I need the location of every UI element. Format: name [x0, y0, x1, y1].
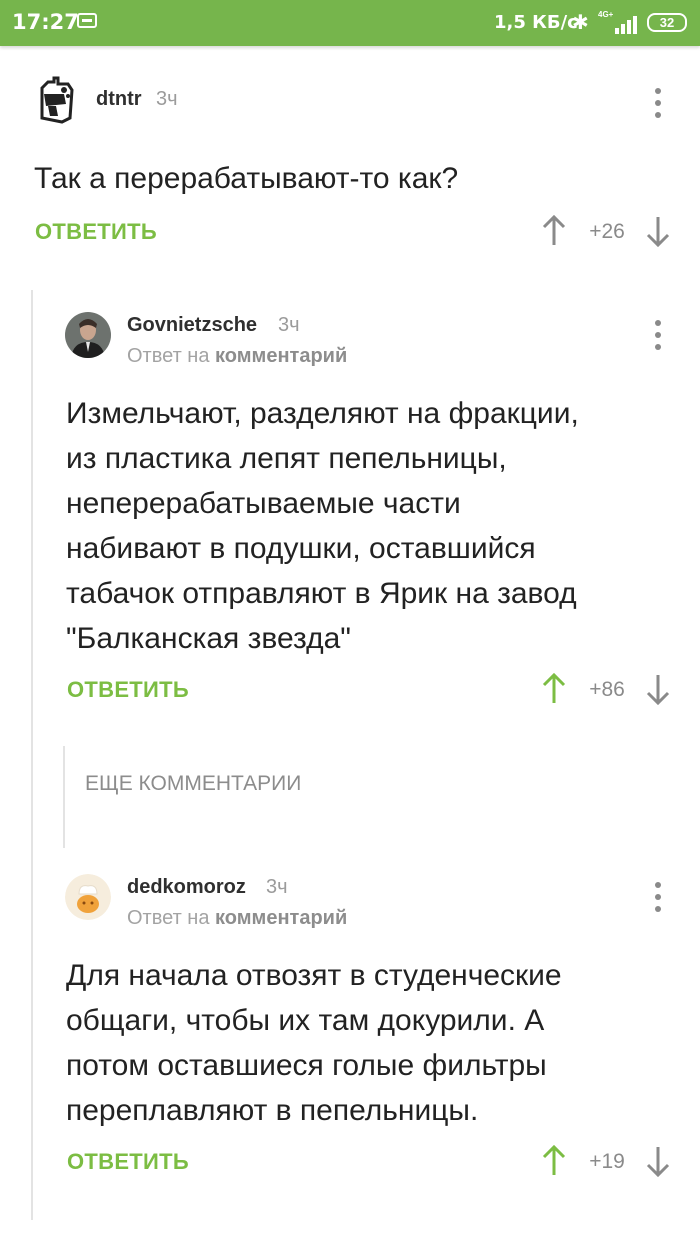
signal-icon — [607, 16, 637, 34]
more-options-icon[interactable] — [653, 318, 663, 358]
reply-to-prefix: Ответ на — [127, 345, 210, 367]
avatar-image — [40, 76, 74, 124]
comment-text: Измельчают, разделяют на фракции, из пла… — [66, 391, 579, 661]
comment-text-line: Для начала отвозят в студенческие — [66, 959, 562, 992]
score: +26 — [589, 220, 625, 243]
username[interactable]: dedkomoroz — [127, 876, 246, 899]
nested-thread-line — [63, 746, 65, 848]
downvote-icon[interactable] — [644, 673, 672, 705]
comment-govnietzsche: Govnietzsche 3ч Ответ на комментарий Изм… — [0, 290, 700, 720]
upvote-icon[interactable] — [540, 1145, 568, 1177]
battery-level: 32 — [659, 15, 675, 30]
reply-to: Ответ на комментарий — [127, 907, 347, 930]
reply-to-link[interactable]: комментарий — [215, 345, 347, 367]
comment-text: Так а перерабатывают-то как? — [34, 162, 459, 195]
avatar-image — [65, 312, 111, 358]
upvote-icon[interactable] — [540, 673, 568, 705]
comment-dtntr: dtntr 3ч Так а перерабатывают-то как? ОТ… — [0, 70, 700, 270]
upvote-icon[interactable] — [540, 215, 568, 247]
avatar — [65, 874, 111, 920]
cast-icon — [77, 13, 97, 28]
comment-text-line: Измельчают, разделяют на фракции, — [66, 397, 579, 430]
comment-time: 3ч — [156, 88, 178, 110]
reply-button[interactable]: ОТВЕТИТЬ — [67, 677, 189, 703]
comment-text-line: набивают в подушки, оставшийся — [66, 532, 536, 565]
comment-text-line: "Балканская звезда" — [66, 622, 351, 655]
reply-to-link[interactable]: комментарий — [215, 907, 347, 929]
more-options-icon[interactable] — [653, 86, 663, 126]
avatar-image — [65, 874, 111, 920]
reply-button[interactable]: ОТВЕТИТЬ — [67, 1149, 189, 1175]
score: +19 — [589, 1150, 625, 1173]
comment-text-line: неперерабатываемые части — [66, 487, 461, 520]
avatar — [34, 76, 76, 124]
battery-icon: 32 — [647, 13, 687, 32]
more-options-icon[interactable] — [653, 880, 663, 920]
downvote-icon[interactable] — [644, 1145, 672, 1177]
bluetooth-icon: ✱ — [572, 12, 589, 34]
comment-time: 3ч — [266, 876, 288, 898]
network-speed: 1,5 КБ/с — [494, 12, 578, 33]
avatar — [65, 312, 111, 358]
status-bar: 17:27 1,5 КБ/с ✱ 4G+ 32 — [0, 0, 700, 46]
comment-text-line: из пластика лепят пепельницы, — [66, 442, 507, 475]
username[interactable]: Govnietzsche — [127, 314, 257, 337]
reply-to: Ответ на комментарий — [127, 345, 347, 368]
comment-text-line: табачок отправляют в Ярик на завод — [66, 577, 577, 610]
score: +86 — [589, 678, 625, 701]
comment-text-line: переплавляют в пепельницы. — [66, 1094, 479, 1127]
downvote-icon[interactable] — [644, 215, 672, 247]
comment-text-line: общаги, чтобы их там докурили. А — [66, 1004, 545, 1037]
comment-dedkomoroz: dedkomoroz 3ч Ответ на комментарий Для н… — [0, 852, 700, 1192]
comment-text-line: потом оставшиеся голые фильтры — [66, 1049, 547, 1082]
comment-time: 3ч — [278, 314, 300, 336]
more-comments-button[interactable]: ЕЩЕ КОММЕНТАРИИ — [85, 772, 301, 796]
reply-to-prefix: Ответ на — [127, 907, 210, 929]
reply-button[interactable]: ОТВЕТИТЬ — [35, 219, 157, 245]
username[interactable]: dtntr — [96, 88, 142, 111]
comment-text: Для начала отвозят в студенческие общаги… — [66, 953, 562, 1133]
status-time: 17:27 — [12, 10, 79, 34]
